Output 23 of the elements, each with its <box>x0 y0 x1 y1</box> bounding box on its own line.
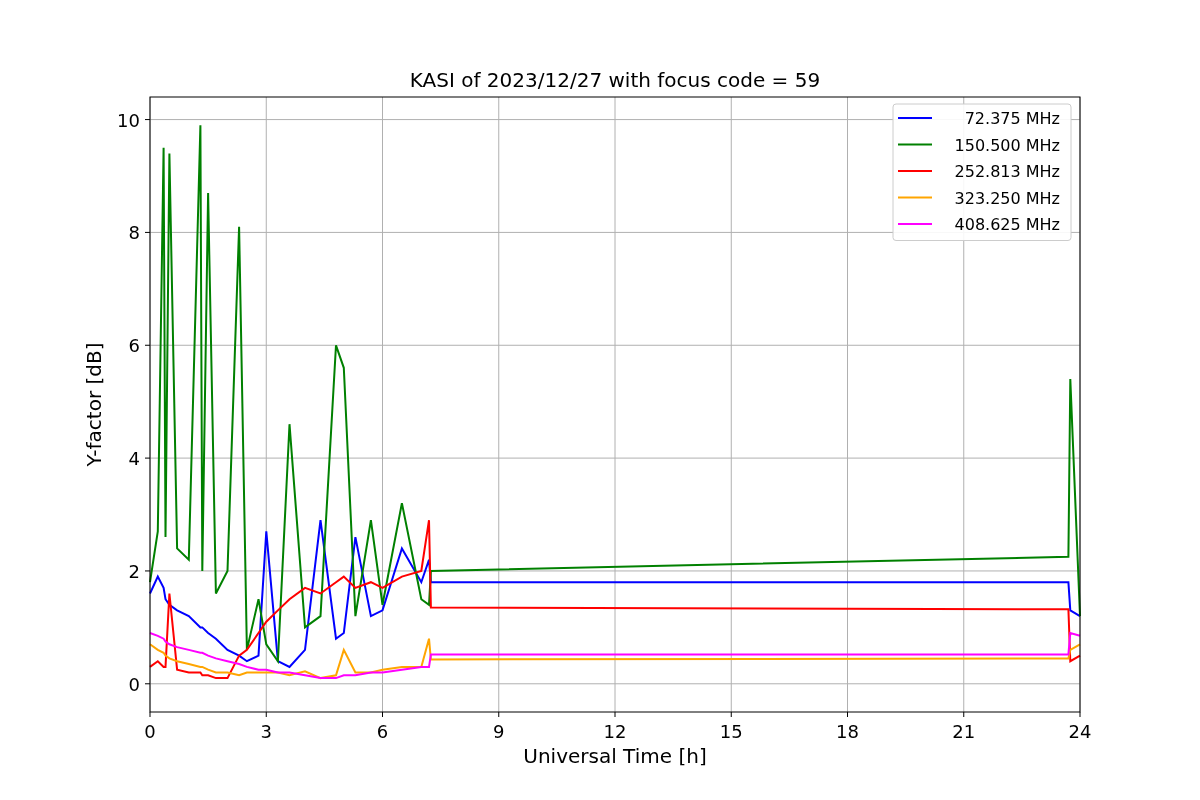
x-tick-label: 9 <box>493 721 505 742</box>
legend-label: 252.813 MHz <box>954 162 1060 181</box>
x-tick-label: 15 <box>719 721 743 742</box>
y-axis-label: Y-factor [dB] <box>82 342 106 467</box>
y-tick-label: 10 <box>117 109 140 131</box>
legend-label: 323.250 MHz <box>954 188 1060 208</box>
legend-label: 408.625 MHz <box>954 215 1060 234</box>
chart-title: KASI of 2023/12/27 with focus code = 59 <box>409 68 821 92</box>
x-axis-label: Universal Time [h] <box>523 744 707 768</box>
x-tick-label: 0 <box>144 721 156 742</box>
y-tick-label: 2 <box>128 560 140 582</box>
x-tick-label: 24 <box>1068 721 1092 742</box>
y-tick-label: 6 <box>128 335 140 357</box>
legend-label: 72.375 MHz <box>964 109 1060 128</box>
y-tick-label: 4 <box>128 448 140 470</box>
y-tick-label: 0 <box>128 673 140 695</box>
x-tick-label: 21 <box>952 721 976 742</box>
x-tick-label: 12 <box>603 721 627 742</box>
x-tick-label: 18 <box>836 721 859 742</box>
y-tick-label: 8 <box>128 222 140 244</box>
x-tick-label: 6 <box>376 721 389 742</box>
x-tick-label: 3 <box>260 721 272 742</box>
legend-label: 150.500 MHz <box>954 135 1060 155</box>
